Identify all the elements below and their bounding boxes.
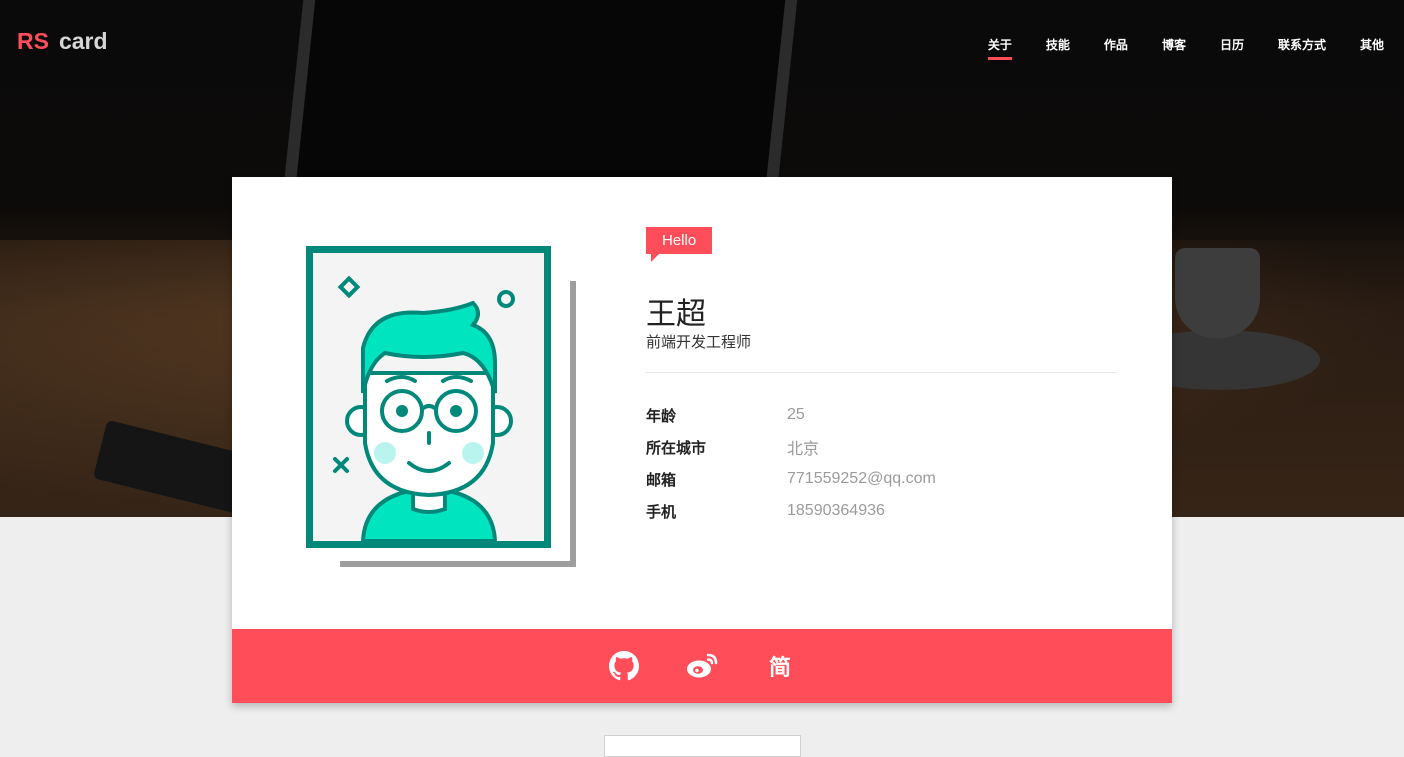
info-row-email: 邮箱 771559252@qq.com [646,463,936,495]
info-value: 25 [787,406,805,423]
avatar-frame [306,246,551,548]
nav-item-blog[interactable]: 博客 [1162,36,1186,53]
weibo-icon[interactable] [686,650,718,682]
info-row-age: 年龄 25 [646,399,936,431]
nav-item-skills[interactable]: 技能 [1046,36,1070,53]
divider [646,372,1116,373]
info-label: 邮箱 [646,470,677,489]
nav-item-other[interactable]: 其他 [1360,36,1384,53]
nav-item-calendar[interactable]: 日历 [1220,36,1244,53]
avatar [306,246,582,576]
info-list: 年龄 25 所在城市 北京 邮箱 771559252@qq.com 手机 185… [646,399,936,527]
info-row-city: 所在城市 北京 [646,431,936,463]
nav-item-works[interactable]: 作品 [1104,36,1128,53]
info-value: 北京 [787,441,820,458]
nav-item-about[interactable]: 关于 [987,36,1012,60]
social-bar: 简 [232,629,1172,703]
avatar-illustration [333,275,515,541]
profile-card: Hello 王超 前端开发工程师 年龄 25 所在城市 北京 邮箱 771559… [232,177,1172,703]
jianshu-icon[interactable]: 简 [764,650,796,682]
info-label: 年龄 [646,406,677,425]
info-label: 手机 [646,502,677,521]
info-row-phone: 手机 18590364936 [646,495,936,527]
greeting-badge: Hello [646,227,713,262]
logo-card: card [58,28,108,54]
top-nav: 关于 技能 作品 博客 日历 联系方式 其他 [954,36,1384,60]
background-cup [1175,248,1260,338]
github-icon[interactable] [608,650,640,682]
site-logo[interactable]: RS card [17,28,108,55]
info-value: 771559252@qq.com [787,470,936,487]
next-section-box [604,735,801,757]
info-value: 18590364936 [787,502,885,519]
profile-name: 王超 [646,297,706,332]
info-label: 所在城市 [646,438,707,457]
profile-title: 前端开发工程师 [646,333,752,351]
logo-rs: RS [17,28,49,54]
jianshu-label: 简 [768,656,791,681]
nav-item-contact[interactable]: 联系方式 [1278,36,1326,53]
